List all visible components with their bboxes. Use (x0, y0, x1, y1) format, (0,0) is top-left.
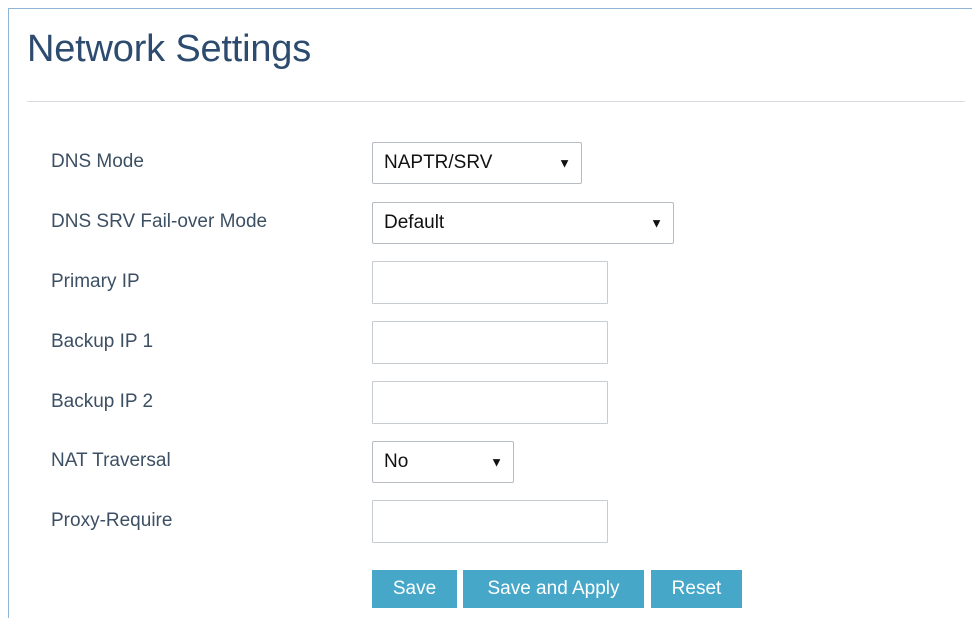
proxy-require-input[interactable] (372, 500, 608, 543)
panel-top-border (8, 8, 972, 9)
backup-ip-1-input[interactable] (372, 321, 608, 364)
reset-button[interactable]: Reset (651, 570, 742, 608)
caret-down-icon: ▼ (490, 454, 503, 470)
caret-down-icon: ▼ (650, 215, 663, 231)
save-button[interactable]: Save (372, 570, 457, 608)
backup-ip-2-label: Backup IP 2 (51, 391, 154, 412)
settings-panel: Network Settings DNS Mode NAPTR/SRV ▼ DN… (0, 0, 972, 618)
backup-ip-2-input[interactable] (372, 381, 608, 424)
panel-left-border (8, 8, 9, 618)
dns-mode-label: DNS Mode (51, 151, 144, 172)
save-and-apply-button[interactable]: Save and Apply (463, 570, 644, 608)
dns-srv-failover-select[interactable]: Default ▼ (372, 202, 674, 244)
proxy-require-label: Proxy-Require (51, 510, 173, 531)
primary-ip-input[interactable] (372, 261, 608, 304)
dns-srv-failover-value: Default (384, 212, 445, 233)
dns-mode-select[interactable]: NAPTR/SRV ▼ (372, 142, 582, 184)
backup-ip-1-label: Backup IP 1 (51, 331, 154, 352)
nat-traversal-value: No (384, 451, 409, 472)
dns-srv-failover-label: DNS SRV Fail-over Mode (51, 211, 268, 232)
primary-ip-label: Primary IP (51, 271, 140, 292)
nat-traversal-select[interactable]: No ▼ (372, 441, 514, 483)
title-divider (27, 101, 965, 102)
caret-down-icon: ▼ (558, 155, 571, 171)
dns-mode-value: NAPTR/SRV (384, 152, 493, 173)
nat-traversal-label: NAT Traversal (51, 450, 171, 471)
page-title: Network Settings (27, 28, 312, 70)
